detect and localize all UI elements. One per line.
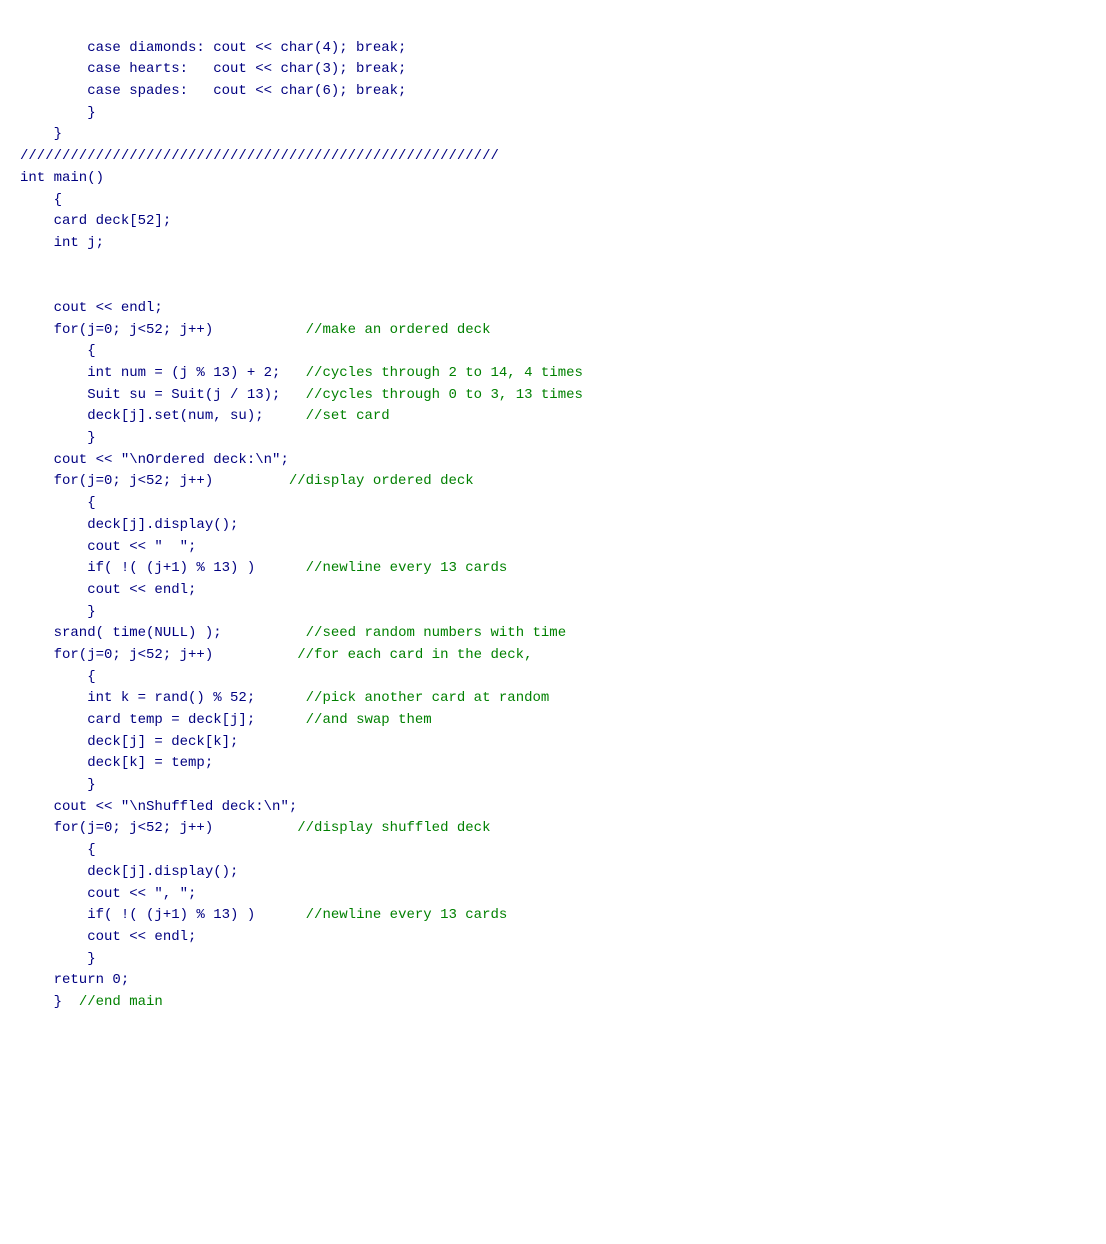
- line-27: srand( time(NULL) ); //seed random numbe…: [20, 625, 566, 641]
- line-5: }: [20, 126, 62, 142]
- line-15: int num = (j % 13) + 2; //cycles through…: [20, 365, 583, 381]
- line-28: for(j=0; j<52; j++) //for each card in t…: [20, 647, 533, 663]
- line-23: cout << " ";: [20, 539, 196, 555]
- line-18: }: [20, 430, 96, 446]
- line-14: {: [20, 343, 96, 359]
- line-34: }: [20, 777, 96, 793]
- line-32: deck[j] = deck[k];: [20, 734, 238, 750]
- line-9: card deck[52];: [20, 213, 171, 229]
- line-38: deck[j].display();: [20, 864, 238, 880]
- line-41: cout << endl;: [20, 929, 196, 945]
- line-29: {: [20, 669, 96, 685]
- line-40: if( !( (j+1) % 13) ) //newline every 13 …: [20, 907, 507, 923]
- line-8: {: [20, 192, 62, 208]
- line-10: int j;: [20, 235, 104, 251]
- line-36: for(j=0; j<52; j++) //display shuffled d…: [20, 820, 490, 836]
- line-24: if( !( (j+1) % 13) ) //newline every 13 …: [20, 560, 507, 576]
- line-7: int main(): [20, 170, 104, 186]
- line-21: {: [20, 495, 96, 511]
- code-display: case diamonds: cout << char(4); break; c…: [20, 16, 1086, 1014]
- line-6: ////////////////////////////////////////…: [20, 148, 499, 164]
- line-35: cout << "\nShuffled deck:\n";: [20, 799, 297, 815]
- line-13: for(j=0; j<52; j++) //make an ordered de…: [20, 322, 491, 338]
- line-1: case diamonds: cout << char(4); break;: [20, 40, 406, 56]
- line-42: }: [20, 951, 96, 967]
- line-12: cout << endl;: [20, 300, 163, 316]
- line-2: case hearts: cout << char(3); break;: [20, 61, 406, 77]
- line-25: cout << endl;: [20, 582, 196, 598]
- line-16: Suit su = Suit(j / 13); //cycles through…: [20, 387, 583, 403]
- line-37: {: [20, 842, 96, 858]
- line-31: card temp = deck[j]; //and swap them: [20, 712, 432, 728]
- line-33: deck[k] = temp;: [20, 755, 213, 771]
- line-20: for(j=0; j<52; j++) //display ordered de…: [20, 473, 474, 489]
- line-26: }: [20, 604, 96, 620]
- line-22: deck[j].display();: [20, 517, 238, 533]
- line-43: return 0;: [20, 972, 129, 988]
- line-3: case spades: cout << char(6); break;: [20, 83, 406, 99]
- line-39: cout << ", ";: [20, 886, 196, 902]
- line-30: int k = rand() % 52; //pick another card…: [20, 690, 549, 706]
- line-4: }: [20, 105, 96, 121]
- line-44: } //end main: [20, 994, 163, 1010]
- line-19: cout << "\nOrdered deck:\n";: [20, 452, 289, 468]
- line-17: deck[j].set(num, su); //set card: [20, 408, 390, 424]
